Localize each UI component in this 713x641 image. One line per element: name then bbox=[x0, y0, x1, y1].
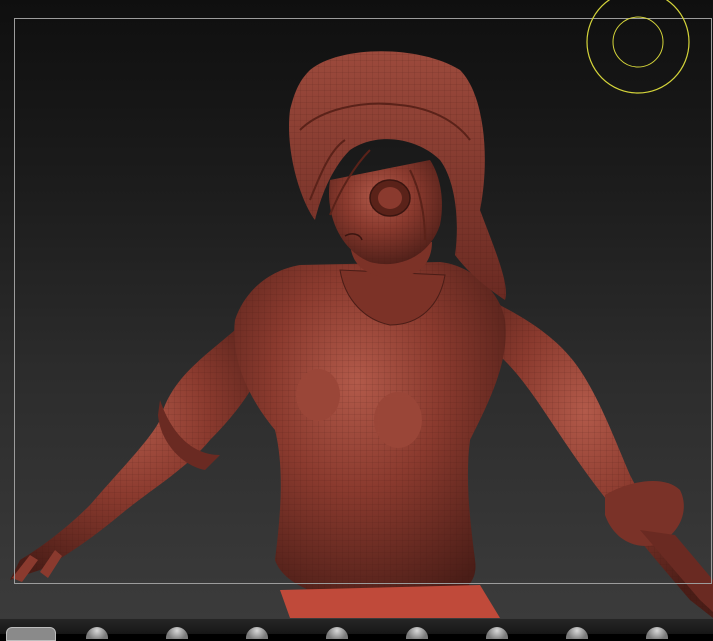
brush-preview-icon[interactable] bbox=[566, 627, 588, 639]
right-arm bbox=[480, 300, 713, 618]
brush-shelf bbox=[0, 618, 713, 641]
brush-preview-icon[interactable] bbox=[486, 627, 508, 639]
left-arm bbox=[10, 330, 270, 582]
head bbox=[329, 160, 442, 265]
draw-size-circle-icon bbox=[586, 0, 690, 94]
torso bbox=[234, 262, 506, 618]
brush-preview-icon[interactable] bbox=[406, 627, 428, 639]
brush-preview-icon[interactable] bbox=[6, 627, 56, 641]
brush-preview-icon[interactable] bbox=[86, 627, 108, 639]
brush-preview-icon[interactable] bbox=[166, 627, 188, 639]
brush-preview-icon[interactable] bbox=[246, 627, 268, 639]
brush-preview-icon[interactable] bbox=[646, 627, 668, 639]
brush-preview-icon[interactable] bbox=[326, 627, 348, 639]
document-canvas[interactable] bbox=[0, 0, 713, 618]
